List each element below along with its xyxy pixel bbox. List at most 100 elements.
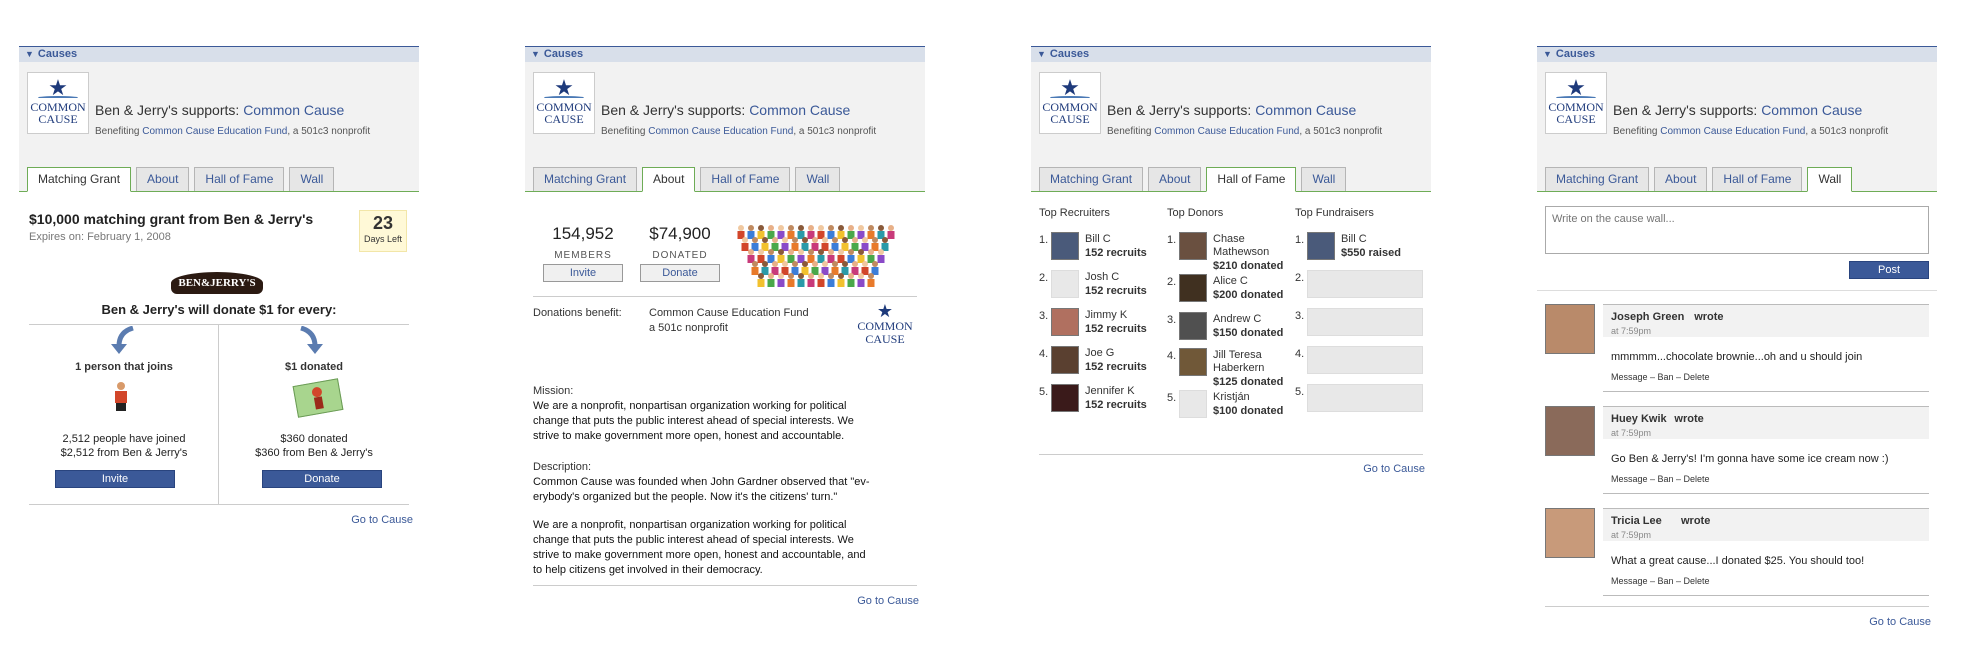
- avatar[interactable]: [1307, 384, 1423, 412]
- poster-name-link[interactable]: Joseph Green: [1611, 310, 1684, 325]
- tab-matching-grant[interactable]: Matching Grant: [1039, 167, 1144, 191]
- star-icon: ★: [876, 301, 894, 321]
- tab-matching-grant[interactable]: Matching Grant: [1545, 167, 1650, 191]
- avatar[interactable]: [1179, 390, 1207, 418]
- post-button[interactable]: Post: [1849, 261, 1929, 279]
- member-stat: $100 donated: [1213, 405, 1284, 417]
- education-fund-link[interactable]: Common Cause Education Fund: [649, 306, 809, 321]
- tab-wall[interactable]: Wall: [795, 167, 841, 191]
- days-left-badge: 23 Days Left: [359, 210, 407, 252]
- panel-hall-of-fame: ▼ Causes ★ COMMON CAUSE Ben & Jerry's sup…: [1031, 46, 1431, 492]
- causes-bar[interactable]: ▼ Causes: [1031, 46, 1431, 62]
- post-actions-links[interactable]: Message – Ban – Delete: [1611, 574, 1710, 589]
- star-icon: ★: [1060, 75, 1080, 100]
- tab-hall-of-fame[interactable]: Hall of Fame: [1206, 167, 1297, 192]
- member-name-link[interactable]: Joe G: [1085, 346, 1114, 361]
- tab-matching-grant[interactable]: Matching Grant: [533, 167, 638, 191]
- member-stat: $125 donated: [1213, 376, 1284, 388]
- rank-number: 5.: [1295, 386, 1305, 398]
- tab-wall[interactable]: Wall: [289, 167, 335, 191]
- invite-button[interactable]: Invite: [543, 264, 623, 282]
- tab-wall[interactable]: Wall: [1807, 167, 1853, 192]
- tab-wall[interactable]: Wall: [1301, 167, 1347, 191]
- cause-header: ★ COMMON CAUSE Ben & Jerry's supports: C…: [1537, 62, 1937, 192]
- rank-number: 5.: [1167, 392, 1177, 404]
- member-name-link[interactable]: Mathewson: [1213, 245, 1269, 260]
- star-icon: ★: [554, 75, 574, 100]
- triangle-down-icon: ▼: [1543, 49, 1552, 59]
- post-time: at 7:59pm: [1611, 428, 1652, 438]
- avatar[interactable]: [1307, 346, 1423, 374]
- tab-hall-of-fame[interactable]: Hall of Fame: [700, 167, 791, 191]
- avatar[interactable]: [1307, 270, 1423, 298]
- description-line: Common Cause was founded when John Gardn…: [533, 476, 870, 488]
- rank-number: 3.: [1167, 314, 1177, 326]
- avatar[interactable]: [1051, 232, 1079, 260]
- causes-bar[interactable]: ▼ Causes: [525, 46, 925, 62]
- go-to-cause-link[interactable]: Go to Cause: [1869, 616, 1931, 628]
- donations-benefit-label: Donations benefit:: [533, 307, 622, 319]
- fund-link[interactable]: Common Cause Education Fund: [1154, 126, 1299, 137]
- cause-link[interactable]: Common Cause: [243, 102, 344, 118]
- tab-about[interactable]: About: [1654, 167, 1708, 191]
- poster-name-link[interactable]: Tricia Lee: [1611, 514, 1662, 529]
- avatar[interactable]: [1179, 348, 1207, 376]
- tab-hall-of-fame[interactable]: Hall of Fame: [1712, 167, 1803, 191]
- cause-link[interactable]: Common Cause: [749, 102, 850, 118]
- causes-bar[interactable]: ▼ Causes: [19, 46, 419, 62]
- tab-about[interactable]: About: [1148, 167, 1202, 191]
- member-name-link[interactable]: Bill C: [1341, 232, 1367, 247]
- member-name-link[interactable]: Andrew C: [1213, 312, 1261, 327]
- tab-bar: Matching Grant About Hall of Fame Wall: [27, 167, 339, 192]
- avatar[interactable]: [1307, 308, 1423, 336]
- panel-matching-grant: ▼ Causes ★ COMMON CAUSE Ben & Jerry's sup…: [19, 46, 419, 552]
- common-cause-logo: ★ COMMON CAUSE: [1545, 72, 1607, 134]
- avatar[interactable]: [1179, 232, 1207, 260]
- causes-bar[interactable]: ▼ Causes: [1537, 46, 1937, 62]
- tab-about[interactable]: About: [642, 167, 696, 192]
- avatar[interactable]: [1179, 312, 1207, 340]
- triangle-down-icon: ▼: [25, 49, 34, 59]
- avatar[interactable]: [1545, 304, 1595, 354]
- avatar[interactable]: [1051, 346, 1079, 374]
- member-name-link[interactable]: Haberkern: [1213, 361, 1264, 376]
- go-to-cause-link[interactable]: Go to Cause: [1363, 463, 1425, 475]
- avatar[interactable]: [1051, 270, 1079, 298]
- member-name-link[interactable]: Kristján: [1213, 390, 1250, 405]
- member-name-link[interactable]: Bill C: [1085, 232, 1111, 247]
- tab-matching-grant[interactable]: Matching Grant: [27, 167, 132, 192]
- donate-button[interactable]: Donate: [262, 470, 382, 488]
- rank-number: 4.: [1167, 350, 1177, 362]
- avatar[interactable]: [1307, 232, 1335, 260]
- avatar[interactable]: [1051, 308, 1079, 336]
- avatar[interactable]: [1545, 406, 1595, 456]
- cause-link[interactable]: Common Cause: [1761, 102, 1862, 118]
- poster-name-link[interactable]: Huey Kwik: [1611, 412, 1667, 427]
- fund-link[interactable]: Common Cause Education Fund: [648, 126, 793, 137]
- mission-line: strive to make government more open, hon…: [533, 430, 845, 442]
- invite-button[interactable]: Invite: [55, 470, 175, 488]
- member-name-link[interactable]: Jimmy K: [1085, 308, 1127, 323]
- avatar[interactable]: [1179, 274, 1207, 302]
- go-to-cause-link[interactable]: Go to Cause: [857, 595, 919, 607]
- triangle-down-icon: ▼: [531, 49, 540, 59]
- donate-button[interactable]: Donate: [640, 264, 720, 282]
- wall-input[interactable]: [1545, 206, 1929, 254]
- tab-hall-of-fame[interactable]: Hall of Fame: [194, 167, 285, 191]
- member-name-link[interactable]: Alice C: [1213, 274, 1248, 289]
- post-actions-links[interactable]: Message – Ban – Delete: [1611, 472, 1710, 487]
- crowd-illustration: [737, 225, 895, 287]
- avatar[interactable]: [1545, 508, 1595, 558]
- rank-number: 1.: [1039, 234, 1049, 246]
- cause-link[interactable]: Common Cause: [1255, 102, 1356, 118]
- go-to-cause-link[interactable]: Go to Cause: [351, 514, 413, 526]
- fund-link[interactable]: Common Cause Education Fund: [142, 126, 287, 137]
- panel-wall: ▼ Causes ★ COMMON CAUSE Ben & Jerry's sup…: [1537, 46, 1937, 632]
- member-name-link[interactable]: Josh C: [1085, 270, 1119, 285]
- fund-type: a 501c nonprofit: [649, 322, 728, 334]
- fund-link[interactable]: Common Cause Education Fund: [1660, 126, 1805, 137]
- member-name-link[interactable]: Jennifer K: [1085, 384, 1135, 399]
- post-actions-links[interactable]: Message – Ban – Delete: [1611, 370, 1710, 385]
- avatar[interactable]: [1051, 384, 1079, 412]
- tab-about[interactable]: About: [136, 167, 190, 191]
